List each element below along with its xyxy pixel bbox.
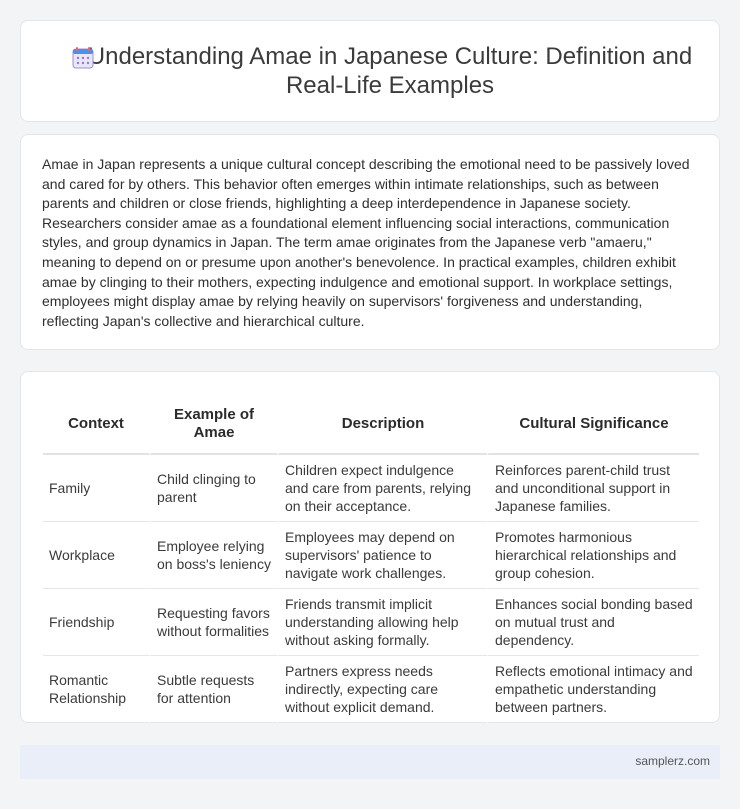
cell-description: Children expect indulgence and care from… (277, 455, 487, 522)
cell-description: Employees may depend on supervisors' pat… (277, 522, 487, 589)
table-header-row: Context Example of Amae Description Cult… (43, 394, 699, 455)
table-row: Workplace Employee relying on boss's len… (43, 522, 699, 589)
cell-significance: Promotes harmonious hierarchical relatio… (487, 522, 699, 589)
cell-example: Requesting favors without formalities (149, 589, 277, 656)
cell-significance: Reflects emotional intimacy and empathet… (487, 656, 699, 723)
amae-table: Context Example of Amae Description Cult… (43, 394, 699, 723)
table-row: Friendship Requesting favors without for… (43, 589, 699, 656)
header-example: Example of Amae (149, 394, 277, 455)
cell-example: Subtle requests for attention (149, 656, 277, 723)
table-card: Context Example of Amae Description Cult… (20, 371, 720, 723)
header-context: Context (43, 394, 149, 455)
cell-context: Friendship (43, 589, 149, 656)
title-card: Understanding Amae in Japanese Culture: … (20, 20, 720, 122)
page-title: Understanding Amae in Japanese Culture: … (87, 43, 693, 99)
header-significance: Cultural Significance (487, 394, 699, 455)
cell-description: Friends transmit implicit understanding … (277, 589, 487, 656)
cell-example: Employee relying on boss's leniency (149, 522, 277, 589)
footer-bar: samplerz.com (20, 745, 720, 779)
cell-description: Partners express needs indirectly, expec… (277, 656, 487, 723)
intro-card: Amae in Japan represents a unique cultur… (20, 134, 720, 350)
cell-example: Child clinging to parent (149, 455, 277, 522)
calendar-icon (72, 47, 94, 69)
cell-context: Workplace (43, 522, 149, 589)
header-description: Description (277, 394, 487, 455)
footer-site-link[interactable]: samplerz.com (635, 754, 710, 768)
table-row: Romantic Relationship Subtle requests fo… (43, 656, 699, 723)
cell-significance: Reinforces parent-child trust and uncond… (487, 455, 699, 522)
cell-context: Romantic Relationship (43, 656, 149, 723)
cell-significance: Enhances social bonding based on mutual … (487, 589, 699, 656)
title-wrap: Understanding Amae in Japanese Culture: … (43, 42, 697, 100)
intro-paragraph: Amae in Japan represents a unique cultur… (42, 156, 690, 329)
cell-context: Family (43, 455, 149, 522)
table-row: Family Child clinging to parent Children… (43, 455, 699, 522)
